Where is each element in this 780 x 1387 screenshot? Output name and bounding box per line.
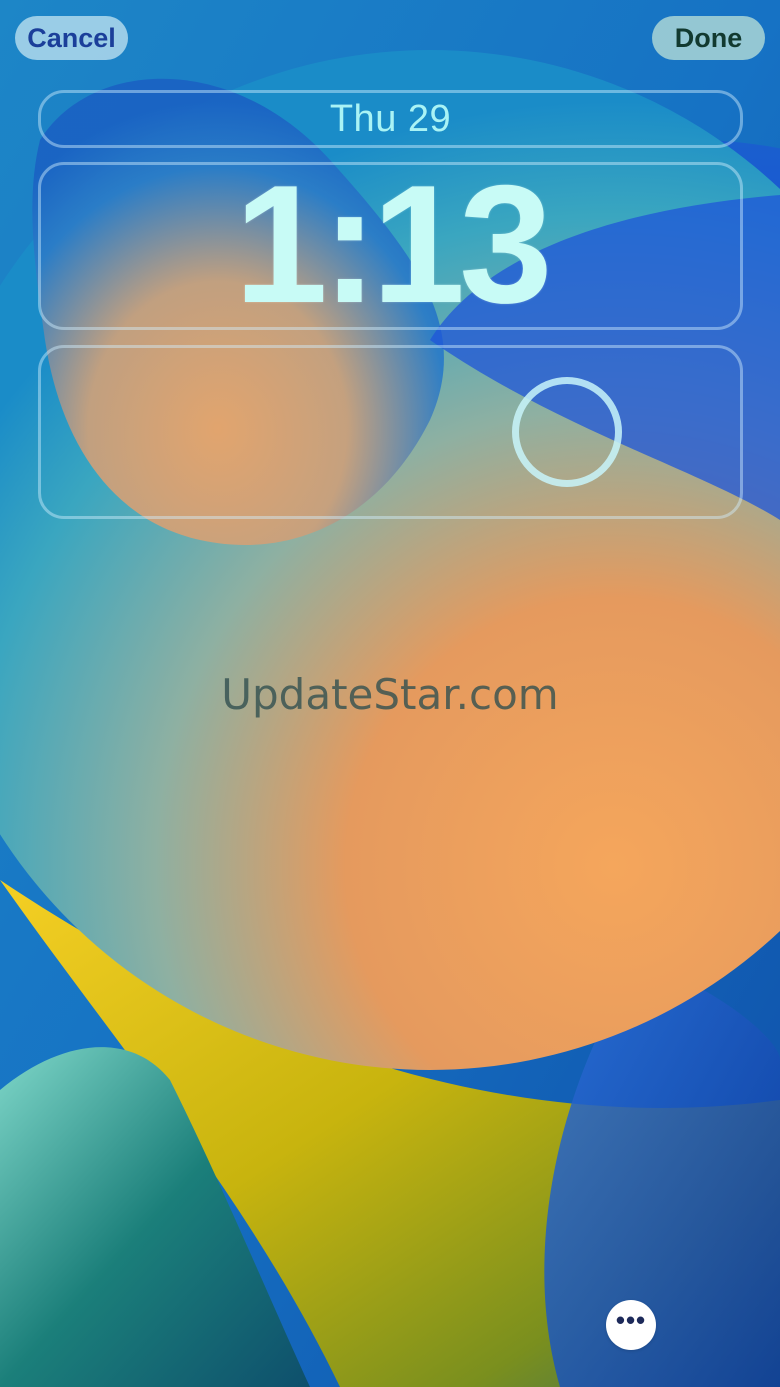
done-button[interactable]: Done bbox=[652, 16, 765, 60]
time-slot[interactable]: 1:13 bbox=[38, 150, 743, 338]
cancel-button[interactable]: Cancel bbox=[15, 16, 128, 60]
ellipsis-icon: ••• bbox=[615, 1305, 647, 1335]
circle-widget-icon[interactable] bbox=[512, 377, 622, 487]
widgets-slot[interactable] bbox=[38, 345, 743, 519]
time-label: 1:13 bbox=[234, 150, 552, 338]
watermark: UpdateStar.com bbox=[221, 670, 559, 719]
more-options-button[interactable]: ••• bbox=[606, 1300, 656, 1350]
date-label: Thu 29 bbox=[329, 97, 452, 140]
date-widget-slot[interactable]: Thu 29 bbox=[38, 90, 743, 148]
